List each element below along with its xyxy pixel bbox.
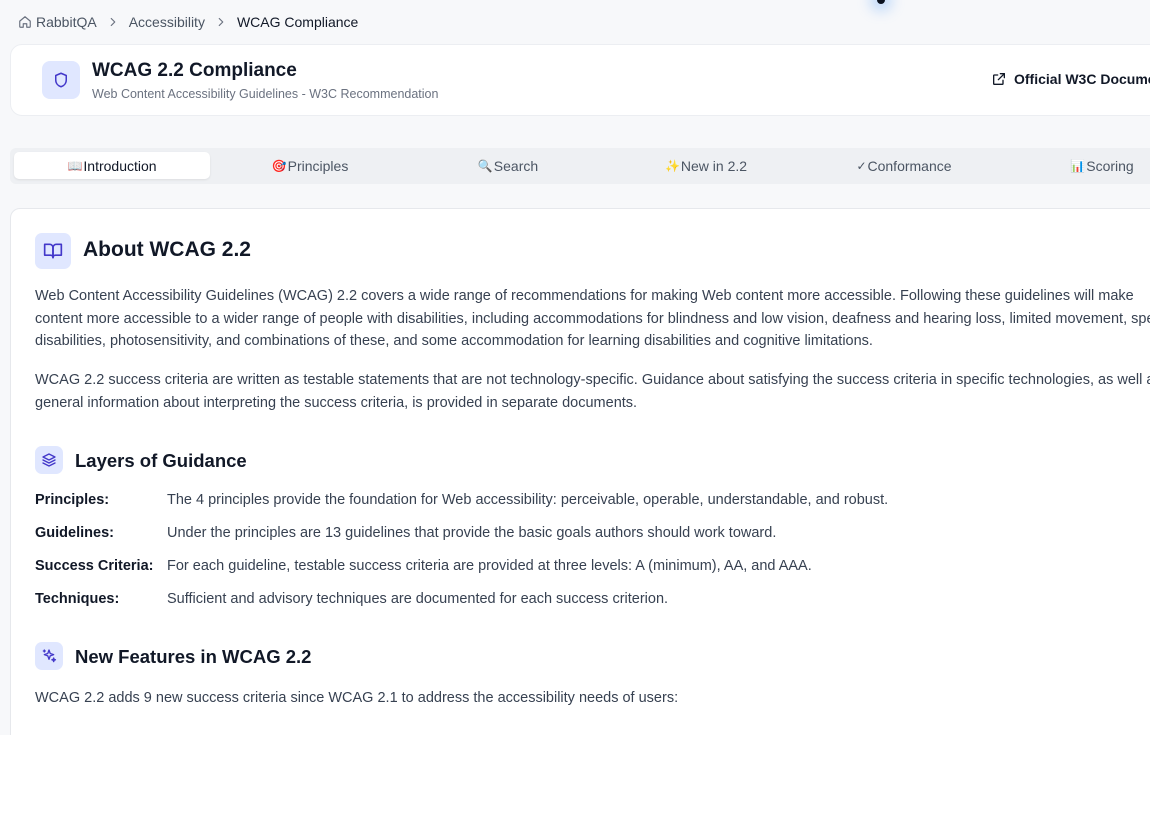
layers-icon [35, 446, 63, 474]
external-link-icon [991, 71, 1007, 87]
status-dot [877, 0, 885, 4]
tab-bar: 📖 Introduction 🎯 Principles 🔍 Search ✨ New i… [10, 148, 1150, 184]
about-paragraph: Web Content Accessibility Guidelines (WC… [35, 288, 1150, 349]
layer-term: Techniques: [35, 591, 120, 607]
tab-label: Conformance [867, 157, 952, 174]
introduction-panel: About WCAG 2.2 Web Content Accessibility… [10, 208, 1150, 735]
chart-emoji-icon: 📊 [1070, 158, 1086, 173]
about-heading: About WCAG 2.2 [83, 238, 251, 261]
tab-principles[interactable]: 🎯 Principles [212, 152, 408, 179]
tab-label: New in 2.2 [680, 157, 748, 174]
tab-label: Scoring [1086, 157, 1134, 174]
layer-term: Guidelines: [35, 525, 114, 541]
page-subtitle: Web Content Accessibility Guidelines - W… [92, 87, 439, 101]
chevron-right-icon [214, 15, 228, 29]
sparkles-emoji-icon: ✨ [664, 158, 680, 173]
sparkles-icon [35, 642, 63, 670]
breadcrumb-item-rabbitqa[interactable]: RabbitQA [36, 14, 97, 30]
home-icon[interactable] [18, 15, 32, 29]
breadcrumb-item-current: WCAG Compliance [236, 14, 359, 30]
magnifier-emoji-icon: 🔍 [477, 158, 493, 173]
official-docs-link[interactable]: Official W3C Documentation [991, 71, 1150, 87]
tab-conformance[interactable]: ✓ Conformance [806, 152, 1002, 179]
about-paragraph: WCAG 2.2 success criteria are written as… [35, 372, 1150, 411]
breadcrumb: RabbitQA Accessibility WCAG Compliance [18, 13, 358, 31]
check-icon: ✓ [856, 158, 867, 173]
tab-new-in-2-2[interactable]: ✨ New in 2.2 [608, 152, 804, 179]
breadcrumb-item-accessibility[interactable]: Accessibility [129, 14, 205, 30]
chevron-right-icon [106, 15, 120, 29]
page-header: WCAG 2.2 Compliance Web Content Accessib… [10, 44, 1150, 116]
new-features-intro: WCAG 2.2 adds 9 new success criteria sin… [35, 690, 679, 706]
layers-heading: Layers of Guidance [75, 450, 247, 471]
new-features-heading: New Features in WCAG 2.2 [75, 646, 312, 667]
shield-icon [42, 61, 80, 99]
tab-introduction[interactable]: 📖 Introduction [14, 152, 210, 179]
app-root: RabbitQA Accessibility WCAG Compliance W… [0, 0, 1150, 735]
official-docs-link-label: Official W3C Documentation [1014, 71, 1150, 87]
book-emoji-icon: 📖 [67, 158, 83, 173]
layer-desc: For each guideline, testable success cri… [167, 558, 812, 574]
layer-desc: Sufficient and advisory techniques are d… [167, 591, 669, 607]
tab-label: Introduction [83, 157, 157, 174]
layer-term: Principles: [35, 492, 110, 508]
page-title: WCAG 2.2 Compliance [92, 60, 297, 81]
tab-search[interactable]: 🔍 Search [410, 152, 606, 179]
tab-label: Search [493, 157, 539, 174]
tab-scoring[interactable]: 📊 Scoring [1004, 152, 1150, 179]
layer-desc: The 4 principles provide the foundation … [167, 492, 889, 508]
target-emoji-icon: 🎯 [271, 158, 287, 173]
book-open-icon [35, 233, 71, 269]
layer-term: Success Criteria: [35, 558, 154, 574]
layer-desc: Under the principles are 13 guidelines t… [167, 525, 777, 541]
tab-label: Principles [287, 157, 349, 174]
